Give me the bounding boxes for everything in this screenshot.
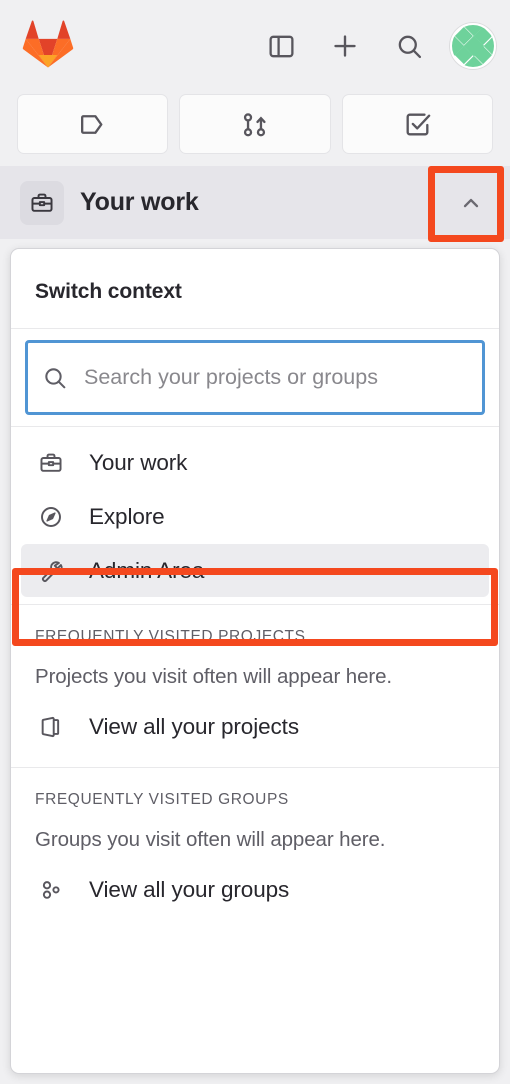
- context-switcher-header[interactable]: Your work: [0, 166, 510, 239]
- gitlab-tanuki-logo[interactable]: [22, 19, 74, 69]
- top-bar: [0, 3, 510, 86]
- identicon-avatar: [452, 25, 494, 67]
- view-all-groups-link[interactable]: View all your groups: [21, 864, 489, 916]
- gitlab-super-sidebar: Your work Switch context Search your pro…: [0, 0, 510, 1084]
- view-all-projects-link[interactable]: View all your projects: [21, 701, 489, 753]
- create-new-button[interactable]: [322, 23, 368, 69]
- project-icon: [35, 714, 67, 740]
- search-input[interactable]: [82, 364, 468, 391]
- frequently-visited-projects-section: Frequently visited projects Projects you…: [11, 605, 499, 767]
- context-search-box[interactable]: [25, 340, 485, 415]
- switch-context-dropdown: Switch context Search your projects or g…: [10, 248, 500, 1074]
- wrench-icon: [35, 558, 67, 584]
- sidebar-panel-icon: [268, 35, 294, 57]
- page-title: Your work: [80, 188, 199, 216]
- section-empty-text: Groups you visit often will appear here.: [35, 828, 386, 851]
- briefcase-icon: [20, 180, 64, 225]
- avatar[interactable]: [450, 23, 496, 69]
- section-heading: Frequently visited groups: [35, 791, 289, 808]
- view-all-groups-label: View all your groups: [89, 877, 290, 902]
- search-icon: [398, 35, 421, 58]
- dropdown-title: Switch context: [35, 280, 182, 303]
- compass-icon: [35, 504, 67, 530]
- context-menu-list: Your work Explore Admin Area: [11, 427, 499, 604]
- issues-button[interactable]: [17, 94, 169, 154]
- menu-item-label: Your work: [89, 449, 188, 475]
- group-icon: [35, 877, 67, 903]
- context-collapse-toggle[interactable]: [446, 178, 496, 228]
- quick-actions-row: [0, 88, 510, 160]
- menu-item-label: Admin Area: [89, 557, 205, 583]
- search-icon: [45, 367, 66, 388]
- briefcase-icon: [35, 450, 67, 476]
- top-bar-actions: [258, 23, 496, 69]
- merge-request-icon: [244, 112, 267, 136]
- search-button[interactable]: [386, 23, 432, 69]
- frequently-visited-groups-section: Frequently visited groups Groups you vis…: [11, 768, 499, 930]
- todo-checkbox-icon: [406, 113, 431, 135]
- chevron-up-icon: [463, 198, 479, 207]
- menu-item-explore[interactable]: Explore: [21, 490, 489, 543]
- menu-item-label: Explore: [89, 503, 165, 529]
- plus-icon: [334, 35, 356, 57]
- search-field-wrapper: [11, 329, 499, 426]
- menu-item-your-work[interactable]: Your work: [21, 436, 489, 489]
- section-empty-text: Projects you visit often will appear her…: [35, 665, 393, 688]
- merge-requests-button[interactable]: [179, 94, 331, 154]
- view-all-projects-label: View all your projects: [89, 714, 299, 739]
- toggle-sidebar-button[interactable]: [258, 23, 304, 69]
- section-heading: Frequently visited projects: [35, 628, 306, 645]
- group-circles: [42, 881, 60, 899]
- issues-icon: [81, 114, 103, 134]
- menu-item-admin-area[interactable]: Admin Area: [21, 544, 489, 597]
- todos-button[interactable]: [341, 94, 493, 154]
